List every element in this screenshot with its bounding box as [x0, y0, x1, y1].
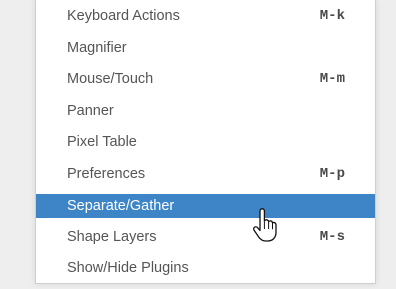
menu-item-shortcut: M-m: [319, 71, 345, 87]
menu-item-shortcut: M-s: [319, 229, 345, 245]
menu-item-mouse-touch[interactable]: Mouse/Touch M-m: [36, 67, 375, 91]
menu-item-label: Separate/Gather: [67, 198, 175, 214]
menu-item-label: Show/Hide Plugins: [67, 260, 189, 276]
menu-item-keyboard-actions[interactable]: Keyboard Actions M-k: [36, 4, 375, 28]
menu-item-shape-layers[interactable]: Shape Layers M-s: [36, 225, 375, 249]
menu-item-pixel-table[interactable]: Pixel Table: [36, 130, 375, 154]
hand-pointer-icon: [253, 208, 277, 242]
menu-item-label: Pixel Table: [67, 134, 137, 150]
menu-item-label: Panner: [67, 103, 114, 119]
menu-item-shortcut: M-k: [319, 8, 345, 24]
menu-item-preferences[interactable]: Preferences M-p: [36, 162, 375, 186]
menu-item-panner[interactable]: Panner: [36, 99, 375, 123]
menu-item-magnifier[interactable]: Magnifier: [36, 36, 375, 60]
menu-item-separate-gather[interactable]: Separate/Gather: [36, 194, 375, 218]
menu-item-label: Shape Layers: [67, 229, 157, 245]
menu-item-label: Mouse/Touch: [67, 71, 154, 87]
dropdown-menu: Keyboard Actions M-k Magnifier Mouse/Tou…: [35, 0, 376, 284]
menu-item-label: Keyboard Actions: [67, 8, 180, 24]
menu-item-show-hide-plugins[interactable]: Show/Hide Plugins: [36, 256, 375, 280]
menu-item-shortcut: M-p: [319, 166, 345, 182]
menu-item-label: Preferences: [67, 166, 146, 182]
menu-item-label: Magnifier: [67, 40, 127, 56]
